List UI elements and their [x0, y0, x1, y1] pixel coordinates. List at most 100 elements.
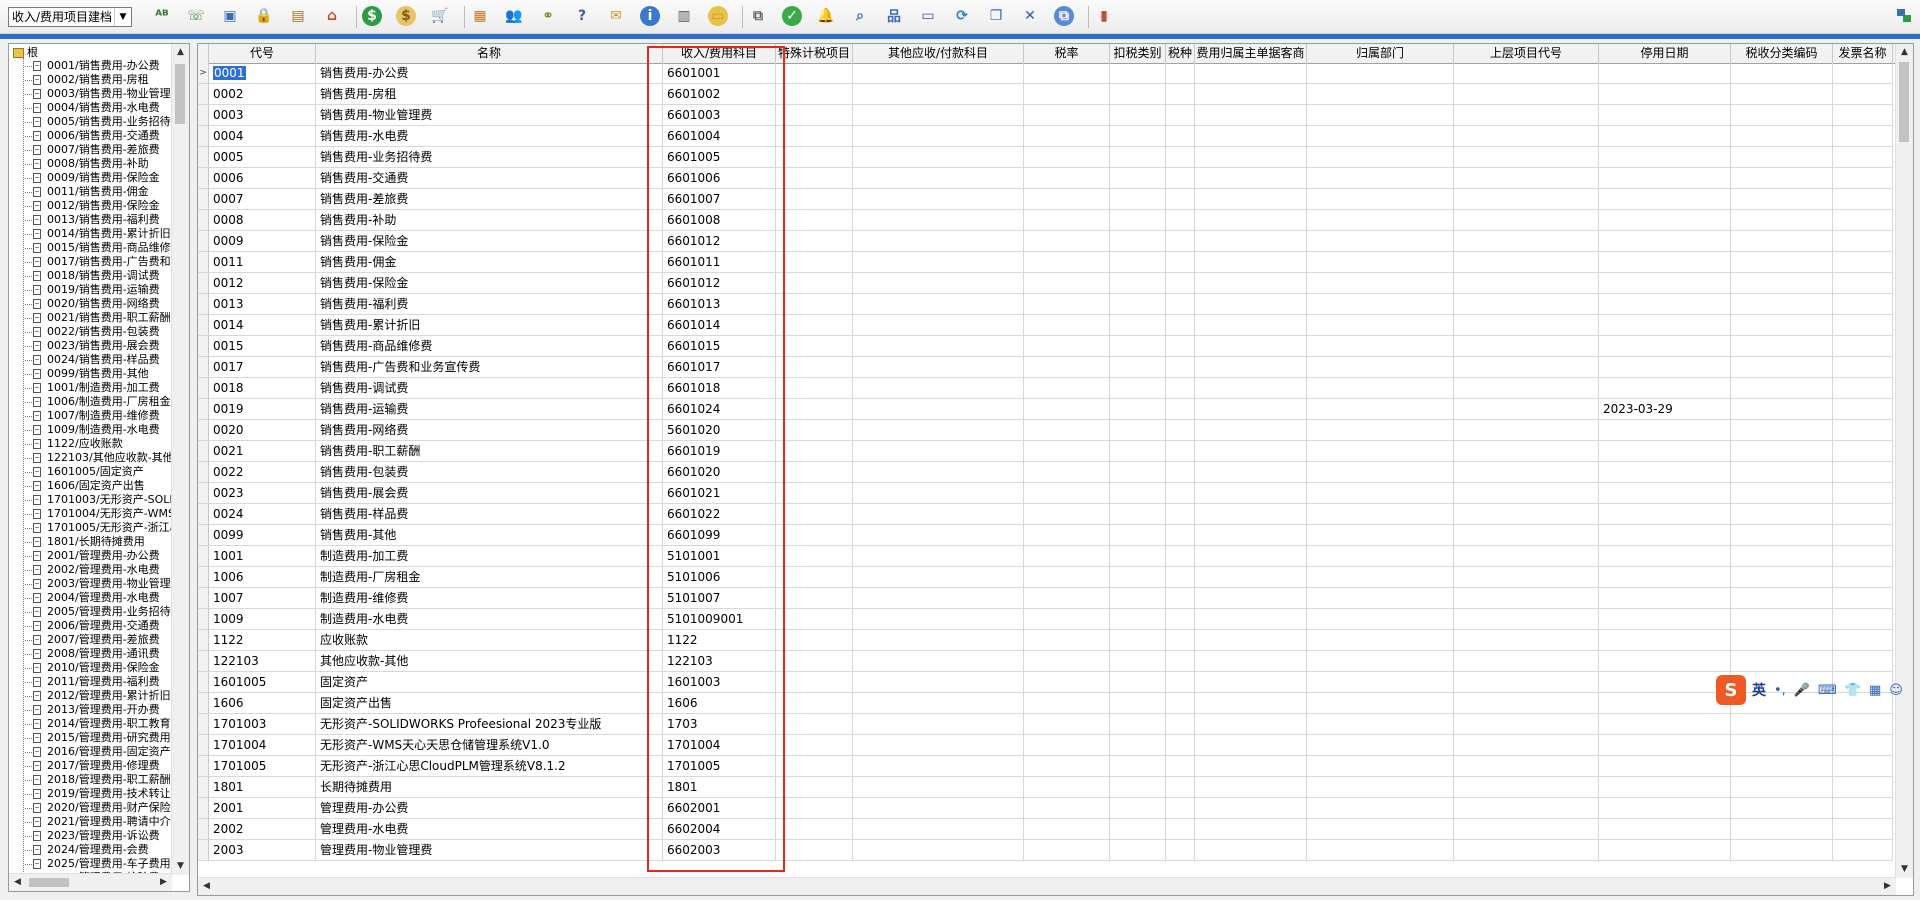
cell-stop_date[interactable] — [1599, 315, 1731, 336]
cell-invoice_name[interactable] — [1833, 819, 1893, 840]
cell-special_tax[interactable] — [776, 399, 853, 420]
calculator-icon[interactable]: ▥ — [672, 4, 696, 28]
tree-item[interactable]: 2007/管理费用-差旅费 — [25, 633, 175, 647]
cell-expense_owner[interactable] — [1195, 294, 1307, 315]
cell-expense_owner[interactable] — [1195, 756, 1307, 777]
cell-special_tax[interactable] — [776, 504, 853, 525]
cell-tax_class_code[interactable] — [1731, 294, 1833, 315]
cell-dept[interactable] — [1307, 693, 1454, 714]
cell-name[interactable]: 销售费用-福利费 — [316, 294, 663, 315]
column-header-invoice_name[interactable]: 发票名称 — [1833, 44, 1893, 63]
row-indicator[interactable] — [198, 819, 209, 840]
cell-invoice_name[interactable] — [1833, 378, 1893, 399]
row-indicator[interactable] — [198, 105, 209, 126]
tree-item[interactable]: 2021/管理费用-聘请中介 — [25, 815, 175, 829]
cell-invoice_name[interactable] — [1833, 798, 1893, 819]
row-indicator[interactable] — [198, 651, 209, 672]
cell-special_tax[interactable] — [776, 735, 853, 756]
cell-dept[interactable] — [1307, 567, 1454, 588]
cell-special_tax[interactable] — [776, 756, 853, 777]
cell-expense_owner[interactable] — [1195, 378, 1307, 399]
cell-account[interactable]: 6601011 — [663, 252, 776, 273]
tree-item[interactable]: 0007/销售费用-差旅费 — [25, 143, 175, 157]
cell-stop_date[interactable] — [1599, 525, 1731, 546]
cell-tax_rate[interactable] — [1024, 651, 1110, 672]
cell-other_ar_ap[interactable] — [853, 315, 1024, 336]
cell-tax_rate[interactable] — [1024, 630, 1110, 651]
cell-deduct_type[interactable] — [1110, 84, 1166, 105]
tree-scroll-thumb[interactable] — [175, 64, 185, 124]
tree-item[interactable]: 2020/管理费用-财产保险 — [25, 801, 175, 815]
cell-tax_kind[interactable] — [1166, 273, 1195, 294]
row-indicator[interactable] — [198, 147, 209, 168]
tree-item[interactable]: 2017/管理费用-修理费 — [25, 759, 175, 773]
cell-tax_class_code[interactable] — [1731, 63, 1833, 84]
cell-deduct_type[interactable] — [1110, 672, 1166, 693]
cell-tax_kind[interactable] — [1166, 189, 1195, 210]
cell-name[interactable]: 销售费用-展会费 — [316, 483, 663, 504]
cell-parent_code[interactable] — [1454, 147, 1599, 168]
cell-code[interactable]: 0011 — [209, 252, 316, 273]
cell-code[interactable]: 1601005 — [209, 672, 316, 693]
row-indicator[interactable] — [198, 756, 209, 777]
cell-special_tax[interactable] — [776, 189, 853, 210]
cell-expense_owner[interactable] — [1195, 777, 1307, 798]
cell-name[interactable]: 销售费用-佣金 — [316, 252, 663, 273]
cell-special_tax[interactable] — [776, 378, 853, 399]
cell-other_ar_ap[interactable] — [853, 630, 1024, 651]
cell-stop_date[interactable] — [1599, 483, 1731, 504]
cell-tax_kind[interactable] — [1166, 840, 1195, 861]
cell-deduct_type[interactable] — [1110, 819, 1166, 840]
cell-tax_class_code[interactable] — [1731, 315, 1833, 336]
cell-tax_rate[interactable] — [1024, 189, 1110, 210]
tree-item[interactable]: 0018/销售费用-调试费 — [25, 269, 175, 283]
cell-name[interactable]: 固定资产出售 — [316, 693, 663, 714]
ime-mode-toggle[interactable]: 英 — [1752, 680, 1766, 700]
cell-tax_kind[interactable] — [1166, 567, 1195, 588]
cell-name[interactable]: 管理费用-物业管理费 — [316, 840, 663, 861]
cell-special_tax[interactable] — [776, 168, 853, 189]
cell-stop_date[interactable] — [1599, 168, 1731, 189]
cell-expense_owner[interactable] — [1195, 399, 1307, 420]
cell-stop_date[interactable] — [1599, 798, 1731, 819]
scroll-down-icon[interactable]: ▼ — [172, 858, 189, 875]
cell-code[interactable]: 0099 — [209, 525, 316, 546]
cell-tax_class_code[interactable] — [1731, 252, 1833, 273]
table-row[interactable]: 0012 销售费用-保险金 6601012 — [198, 273, 1896, 294]
cell-parent_code[interactable] — [1454, 735, 1599, 756]
cell-account[interactable]: 6601099 — [663, 525, 776, 546]
tree-item[interactable]: 1006/制造费用-厂房租金 — [25, 395, 175, 409]
cell-other_ar_ap[interactable] — [853, 840, 1024, 861]
cell-account[interactable]: 1703 — [663, 714, 776, 735]
table-row[interactable]: 0021 销售费用-职工薪酬 6601019 — [198, 441, 1896, 462]
cell-code[interactable]: 2002 — [209, 819, 316, 840]
cell-invoice_name[interactable] — [1833, 630, 1893, 651]
cell-tax_class_code[interactable] — [1731, 189, 1833, 210]
tree-item[interactable]: 2005/管理费用-业务招待 — [25, 605, 175, 619]
scroll-up-icon[interactable]: ▲ — [1896, 44, 1913, 61]
cell-name[interactable]: 制造费用-水电费 — [316, 609, 663, 630]
cell-other_ar_ap[interactable] — [853, 294, 1024, 315]
scroll-right-icon[interactable]: ▶ — [1879, 878, 1896, 895]
cell-expense_owner[interactable] — [1195, 483, 1307, 504]
table-row[interactable]: 0004 销售费用-水电费 6601004 — [198, 126, 1896, 147]
cell-dept[interactable] — [1307, 84, 1454, 105]
cell-tax_class_code[interactable] — [1731, 777, 1833, 798]
cell-stop_date[interactable] — [1599, 189, 1731, 210]
cell-dept[interactable] — [1307, 168, 1454, 189]
cell-stop_date[interactable] — [1599, 420, 1731, 441]
cell-other_ar_ap[interactable] — [853, 546, 1024, 567]
column-header-special_tax[interactable]: 特殊计税项目 — [776, 44, 853, 63]
cell-dept[interactable] — [1307, 252, 1454, 273]
cell-other_ar_ap[interactable] — [853, 693, 1024, 714]
cell-invoice_name[interactable] — [1833, 546, 1893, 567]
table-row[interactable]: 0024 销售费用-样品费 6601022 — [198, 504, 1896, 525]
cell-invoice_name[interactable] — [1833, 84, 1893, 105]
cell-name[interactable]: 销售费用-商品维修费 — [316, 336, 663, 357]
tree-item[interactable]: 1701003/无形资产-SOLI — [25, 493, 175, 507]
cell-other_ar_ap[interactable] — [853, 399, 1024, 420]
cell-name[interactable]: 销售费用-广告费和业务宣传费 — [316, 357, 663, 378]
bell-icon[interactable]: 🔔 — [814, 4, 838, 28]
cell-special_tax[interactable] — [776, 567, 853, 588]
tree-item[interactable]: 2024/管理费用-会费 — [25, 843, 175, 857]
